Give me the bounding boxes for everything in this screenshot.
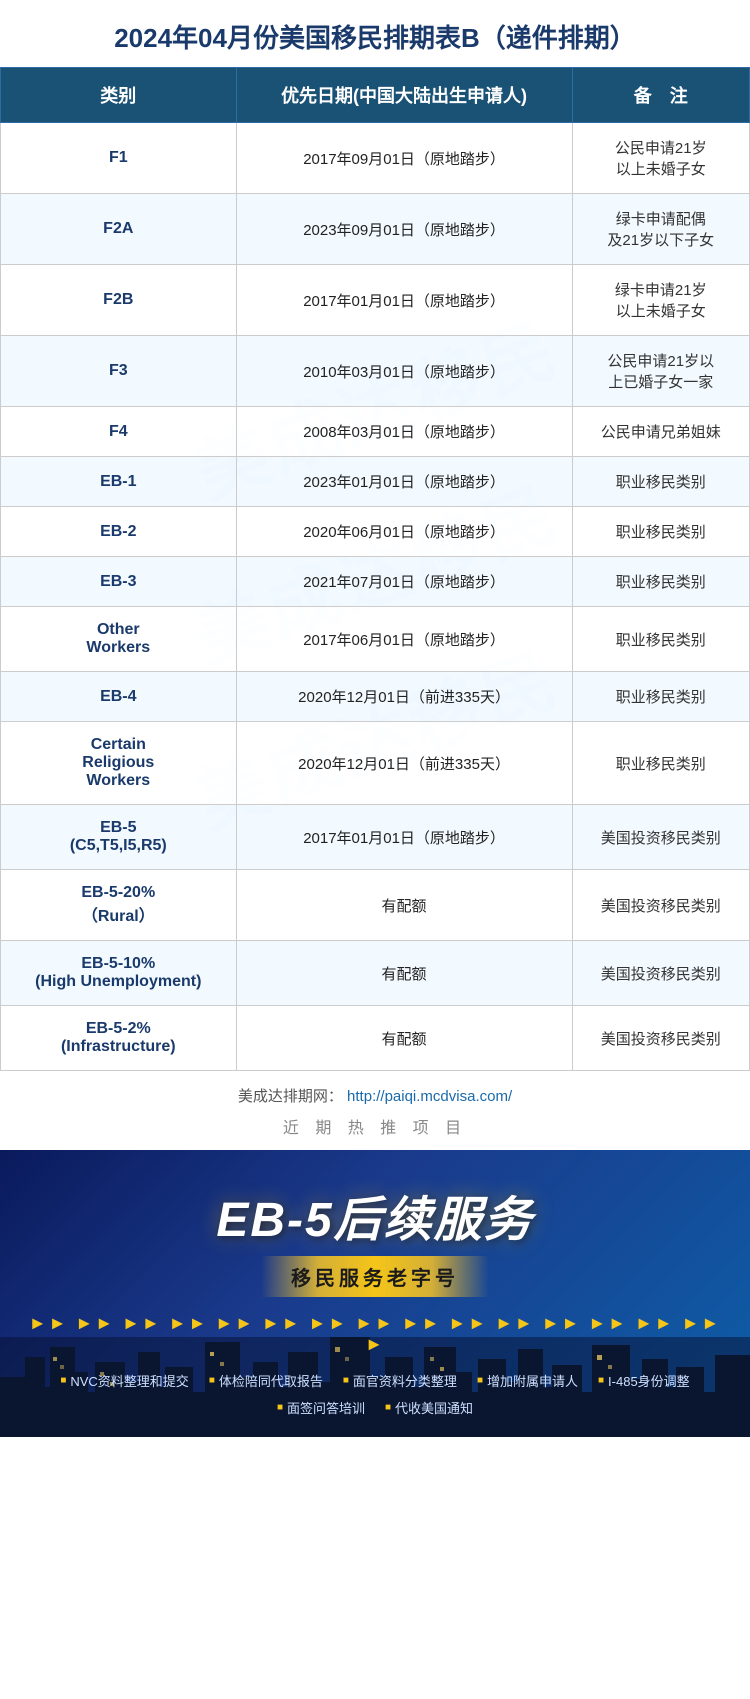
cell-note: 职业移民类别 — [572, 722, 749, 805]
cell-date: 2021年07月01日（原地踏步） — [236, 557, 572, 607]
table-wrapper: 美成达移民 美成达移民 美成达移民 类别 优先日期(中国大陆出生申请人) 备 注… — [0, 67, 750, 1071]
visa-table: 类别 优先日期(中国大陆出生申请人) 备 注 F12017年09月01日（原地踏… — [0, 67, 750, 1071]
cell-date: 2020年12月01日（前进335天） — [236, 722, 572, 805]
eb5-services: NVC资料整理和提交 体检陪同代取报告 面官资料分类整理 增加附属申请人 I-485身份… — [20, 1371, 730, 1417]
cell-category: EB-1 — [1, 457, 237, 507]
cell-category: F2A — [1, 194, 237, 265]
cell-note: 公民申请兄弟姐妹 — [572, 407, 749, 457]
eb5-service-item: I-485身份调整 — [598, 1371, 690, 1390]
cell-category: EB-5-20% （Rural） — [1, 870, 237, 941]
cell-category: F4 — [1, 407, 237, 457]
page-title: 2024年04月份美国移民排期表B（递件排期） — [10, 18, 740, 55]
table-row: Certain Religious Workers2020年12月01日（前进3… — [1, 722, 750, 805]
col-header-date: 优先日期(中国大陆出生申请人) — [236, 68, 572, 123]
cell-note: 绿卡申请配偶 及21岁以下子女 — [572, 194, 749, 265]
cell-note: 美国投资移民类别 — [572, 870, 749, 941]
cell-note: 美国投资移民类别 — [572, 1006, 749, 1071]
table-row: EB-12023年01月01日（原地踏步）职业移民类别 — [1, 457, 750, 507]
eb5-main-title: EB-5后续服务 — [20, 1180, 730, 1250]
cell-category: EB-4 — [1, 672, 237, 722]
table-row: EB-42020年12月01日（前进335天）职业移民类别 — [1, 672, 750, 722]
cell-date: 有配额 — [236, 941, 572, 1006]
cell-date: 2017年06月01日（原地踏步） — [236, 607, 572, 672]
table-row: EB-5-2% (Infrastructure)有配额美国投资移民类别 — [1, 1006, 750, 1071]
cell-category: F2B — [1, 265, 237, 336]
eb5-service-item: 体检陪同代取报告 — [209, 1371, 323, 1390]
cell-category: EB-5 (C5,T5,I5,R5) — [1, 805, 237, 870]
cell-date: 有配额 — [236, 1006, 572, 1071]
table-row: EB-32021年07月01日（原地踏步）职业移民类别 — [1, 557, 750, 607]
table-row: Other Workers2017年06月01日（原地踏步）职业移民类别 — [1, 607, 750, 672]
cell-category: F1 — [1, 123, 237, 194]
cell-note: 公民申请21岁以 上已婚子女一家 — [572, 336, 749, 407]
cell-category: EB-2 — [1, 507, 237, 557]
cell-note: 美国投资移民类别 — [572, 941, 749, 1006]
cell-date: 2023年01月01日（原地踏步） — [236, 457, 572, 507]
table-row: F32010年03月01日（原地踏步）公民申请21岁以 上已婚子女一家 — [1, 336, 750, 407]
footer-hot: 近 期 热 推 项 目 — [0, 1114, 750, 1150]
cell-date: 2010年03月01日（原地踏步） — [236, 336, 572, 407]
eb5-service-item: 面官资料分类整理 — [343, 1371, 457, 1390]
table-row: EB-5 (C5,T5,I5,R5)2017年01月01日（原地踏步）美国投资移… — [1, 805, 750, 870]
cell-date: 2023年09月01日（原地踏步） — [236, 194, 572, 265]
cell-category: Other Workers — [1, 607, 237, 672]
website-link[interactable]: http://paiqi.mcdvisa.com/ — [347, 1088, 512, 1105]
cell-category: EB-5-2% (Infrastructure) — [1, 1006, 237, 1071]
cell-category: F3 — [1, 336, 237, 407]
cell-note: 绿卡申请21岁 以上未婚子女 — [572, 265, 749, 336]
eb5-title-part2: 后续服务 — [334, 1194, 534, 1247]
cell-note: 职业移民类别 — [572, 507, 749, 557]
cell-date: 有配额 — [236, 870, 572, 941]
eb5-subtitle: 移民服务老字号 — [261, 1256, 489, 1297]
table-row: F42008年03月01日（原地踏步）公民申请兄弟姐妹 — [1, 407, 750, 457]
cell-note: 公民申请21岁 以上未婚子女 — [572, 123, 749, 194]
cell-note: 职业移民类别 — [572, 607, 749, 672]
table-row: F12017年09月01日（原地踏步）公民申请21岁 以上未婚子女 — [1, 123, 750, 194]
cell-category: EB-3 — [1, 557, 237, 607]
eb5-content: EB-5后续服务 移民服务老字号 ►► ►► ►► ►► ►► ►► ►► ►►… — [20, 1180, 730, 1417]
title-section: 2024年04月份美国移民排期表B（递件排期） — [0, 0, 750, 67]
eb5-arrows: ►► ►► ►► ►► ►► ►► ►► ►► ►► ►► ►► ►► ►► ►… — [20, 1313, 730, 1355]
cell-date: 2020年12月01日（前进335天） — [236, 672, 572, 722]
table-header-row: 类别 优先日期(中国大陆出生申请人) 备 注 — [1, 68, 750, 123]
cell-date: 2017年01月01日（原地踏步） — [236, 805, 572, 870]
eb5-banner: EB-5后续服务 移民服务老字号 ►► ►► ►► ►► ►► ►► ►► ►►… — [0, 1150, 750, 1437]
eb5-title-part1: EB-5 — [216, 1194, 333, 1247]
cell-date: 2020年06月01日（原地踏步） — [236, 507, 572, 557]
cell-note: 职业移民类别 — [572, 672, 749, 722]
cell-date: 2008年03月01日（原地踏步） — [236, 407, 572, 457]
eb5-service-item: 代收美国通知 — [385, 1398, 473, 1417]
col-header-category: 类别 — [1, 68, 237, 123]
cell-date: 2017年09月01日（原地踏步） — [236, 123, 572, 194]
cell-category: Certain Religious Workers — [1, 722, 237, 805]
cell-category: EB-5-10% (High Unemployment) — [1, 941, 237, 1006]
col-header-note: 备 注 — [572, 68, 749, 123]
eb5-service-item: NVC资料整理和提交 — [60, 1371, 189, 1390]
eb5-service-item: 面签问答培训 — [277, 1398, 365, 1417]
table-row: F2A2023年09月01日（原地踏步）绿卡申请配偶 及21岁以下子女 — [1, 194, 750, 265]
footer-website: 美成达排期网： http://paiqi.mcdvisa.com/ — [0, 1071, 750, 1114]
cell-note: 美国投资移民类别 — [572, 805, 749, 870]
table-row: EB-22020年06月01日（原地踏步）职业移民类别 — [1, 507, 750, 557]
table-row: F2B2017年01月01日（原地踏步）绿卡申请21岁 以上未婚子女 — [1, 265, 750, 336]
eb5-service-item: 增加附属申请人 — [477, 1371, 578, 1390]
table-row: EB-5-20% （Rural）有配额美国投资移民类别 — [1, 870, 750, 941]
table-row: EB-5-10% (High Unemployment)有配额美国投资移民类别 — [1, 941, 750, 1006]
cell-note: 职业移民类别 — [572, 457, 749, 507]
cell-date: 2017年01月01日（原地踏步） — [236, 265, 572, 336]
cell-note: 职业移民类别 — [572, 557, 749, 607]
website-label: 美成达排期网： — [238, 1088, 343, 1105]
